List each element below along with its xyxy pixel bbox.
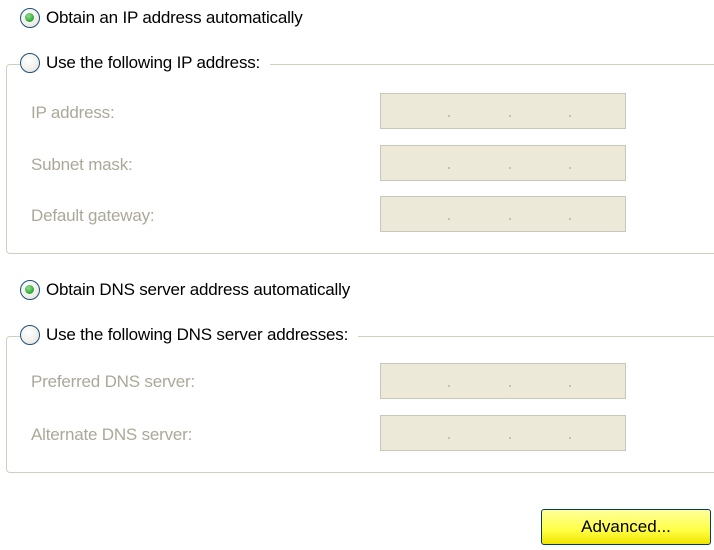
obtain-dns-auto-label: Obtain DNS server address automatically	[46, 280, 350, 299]
subnet-mask-field	[380, 145, 626, 181]
use-following-ip-label: Use the following IP address:	[46, 53, 261, 72]
ip-address-label: IP address:	[31, 103, 115, 122]
obtain-dns-auto-radio[interactable]	[20, 280, 40, 300]
advanced-button[interactable]: Advanced...	[541, 509, 711, 545]
default-gateway-field	[380, 196, 626, 232]
preferred-dns-field	[380, 363, 626, 399]
use-following-dns-radio[interactable]	[20, 325, 40, 345]
default-gateway-label: Default gateway:	[31, 206, 155, 225]
use-following-ip-option[interactable]: Use the following IP address:	[20, 53, 271, 73]
tcp-ip-properties-panel: Obtain an IP address automatically Use t…	[0, 0, 714, 550]
obtain-dns-auto-option[interactable]: Obtain DNS server address automatically	[20, 280, 360, 300]
obtain-ip-auto-radio[interactable]	[20, 8, 40, 28]
alternate-dns-label: Alternate DNS server:	[31, 425, 193, 444]
subnet-mask-label: Subnet mask:	[31, 155, 133, 174]
ip-address-field	[380, 93, 626, 129]
use-following-dns-option[interactable]: Use the following DNS server addresses:	[20, 325, 359, 345]
preferred-dns-label: Preferred DNS server:	[31, 372, 195, 391]
use-following-ip-radio[interactable]	[20, 53, 40, 73]
obtain-ip-auto-option[interactable]: Obtain an IP address automatically	[20, 8, 313, 28]
alternate-dns-field	[380, 415, 626, 451]
dns-server-group	[6, 336, 714, 473]
obtain-ip-auto-label: Obtain an IP address automatically	[46, 8, 303, 27]
use-following-dns-label: Use the following DNS server addresses:	[46, 325, 349, 344]
